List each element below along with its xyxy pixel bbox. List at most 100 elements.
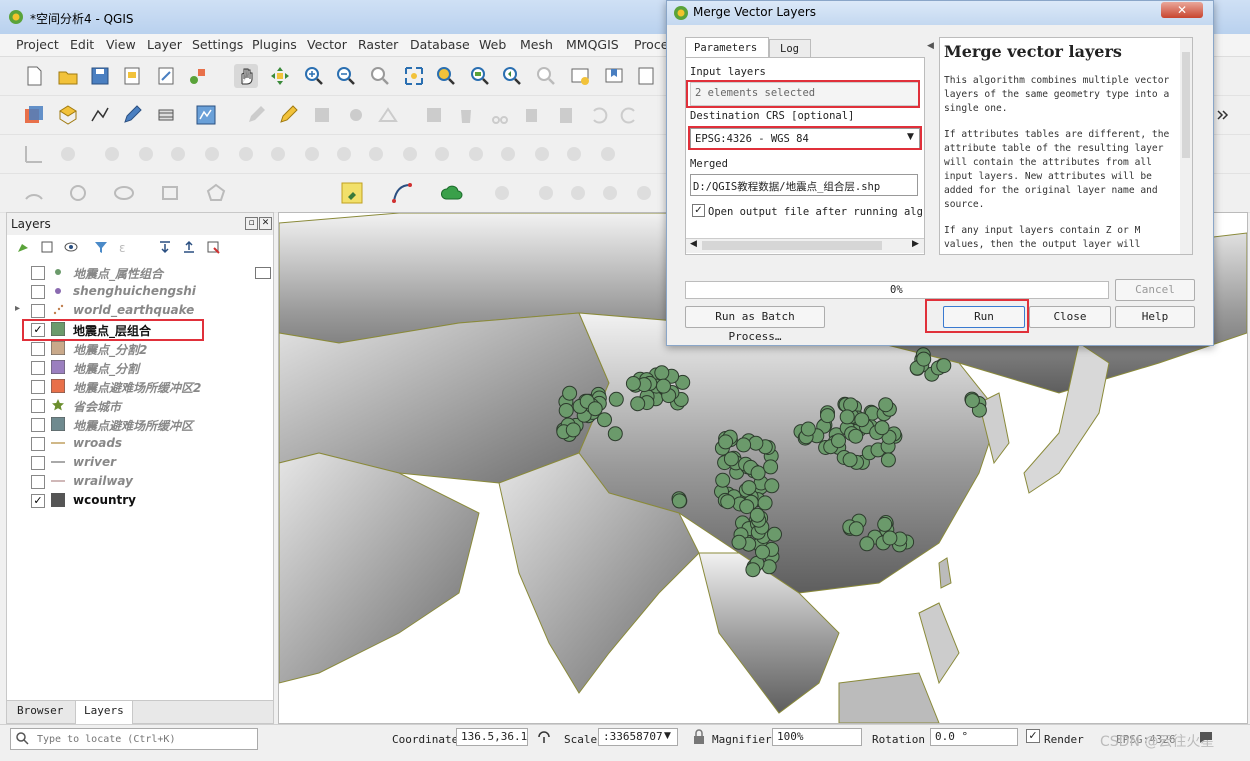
simplify-feature-icon[interactable] [100,142,124,166]
tab-layers[interactable]: Layers [75,701,133,725]
remove-layer-icon[interactable] [205,239,221,258]
new-geopackage-layer-icon[interactable] [56,103,80,127]
zoom-to-layer-icon[interactable] [468,64,492,88]
offset-point-symbols-icon[interactable] [530,142,554,166]
attribute-table-icon[interactable] [194,103,218,127]
collapse-help-icon[interactable]: ◀ [927,41,934,51]
split-features-icon[interactable] [364,142,388,166]
edit-pencil-yellow-icon[interactable] [276,103,300,127]
layer-visibility-checkbox[interactable] [31,437,45,451]
scroll-left-icon[interactable]: ◀ [690,239,697,249]
add-part-icon[interactable] [166,142,190,166]
save-edits-icon[interactable] [310,103,334,127]
delete-selected-icon[interactable] [454,103,478,127]
rotate-point-symbols-icon[interactable] [496,142,520,166]
copy-features-icon[interactable] [520,103,544,127]
collapse-all-icon[interactable] [181,239,197,258]
new-print-layout-icon[interactable] [120,64,144,88]
open-output-checkbox[interactable]: ✓ [692,204,705,217]
redo-icon[interactable] [618,103,642,127]
fill-ring-icon[interactable] [200,142,224,166]
zoom-next-icon[interactable] [534,64,558,88]
zoom-native-icon[interactable] [368,64,392,88]
coordinate-field[interactable]: 136.5,36.1 [456,728,528,746]
run-batch-button[interactable]: Run as Batch Process… [685,306,825,343]
filter-expression-icon[interactable]: ε [117,239,133,258]
layer-visibility-checkbox[interactable] [31,304,45,318]
menu-web[interactable]: Web [479,37,506,52]
scroll-thumb[interactable] [702,241,882,250]
menu-view[interactable]: View [106,37,136,52]
zoom-last-icon[interactable] [500,64,524,88]
delete-ring-icon[interactable] [234,142,258,166]
add-ellipse-icon[interactable] [112,181,136,205]
delete-part-icon[interactable] [266,142,290,166]
rotate-feature-icon[interactable] [56,142,80,166]
open-project-icon[interactable] [56,64,80,88]
curve-digitize-icon[interactable] [390,181,414,205]
layer-visibility-checkbox[interactable] [31,456,45,470]
data-source-manager-icon[interactable] [22,103,46,127]
render-checkbox[interactable]: ✓ [1026,729,1040,743]
close-button[interactable]: Close [1029,306,1111,328]
layer-row[interactable]: 地震点避难场所缓冲区 [7,415,273,434]
merged-output-field[interactable]: D:/QGIS教程数据/地震点_组合层.shp [690,174,918,196]
pan-map-icon[interactable] [234,64,258,88]
layer-row[interactable]: 地震点_属性组合 [7,263,273,282]
close-panel-icon[interactable]: ✕ [259,217,272,230]
split-parts-icon[interactable] [398,142,422,166]
locate-box[interactable] [10,728,258,750]
layer-row[interactable]: 地震点_分割 [7,358,273,377]
style-manager-icon[interactable] [186,64,210,88]
new-project-icon[interactable] [22,64,46,88]
parallel-tool-icon[interactable] [598,181,622,205]
layer-visibility-checkbox[interactable] [31,342,45,356]
layer-row[interactable]: wroads [7,434,273,453]
layer-visibility-checkbox[interactable]: ✓ [31,494,45,508]
add-regular-polygon-icon[interactable] [204,181,228,205]
new-bookmark-icon[interactable] [602,64,626,88]
help-button[interactable]: Help [1115,306,1195,328]
reshape-features-icon[interactable] [300,142,324,166]
merge-features-icon[interactable] [430,142,454,166]
paste-features-icon[interactable] [554,103,578,127]
menu-raster[interactable]: Raster [358,37,398,52]
filter-legend-icon[interactable] [93,239,109,258]
pencil-edit-icon[interactable] [120,103,144,127]
cloud-plugin-icon[interactable] [440,181,464,205]
advanced-digitizing-icon[interactable] [22,142,46,166]
scissors-tool-icon[interactable] [566,181,590,205]
merge-attributes-icon[interactable] [464,142,488,166]
style-layer-icon[interactable] [15,239,31,258]
layer-row[interactable]: 地震点避难场所缓冲区2 [7,377,273,396]
menu-edit[interactable]: Edit [70,37,94,52]
reverse-line-icon[interactable] [596,142,620,166]
add-rectangle-icon[interactable] [158,181,182,205]
save-project-icon[interactable] [88,64,112,88]
scale-dropdown-icon[interactable]: ▼ [664,731,671,741]
layer-visibility-checkbox[interactable] [31,285,45,299]
scroll-right-icon[interactable]: ▶ [912,239,919,249]
add-ring-icon[interactable] [134,142,158,166]
menu-mesh[interactable]: Mesh [520,37,553,52]
add-group-icon[interactable] [39,239,55,258]
layer-visibility-checkbox[interactable] [31,266,45,280]
tab-parameters[interactable]: Parameters [685,37,769,58]
lock-scale-icon[interactable] [692,729,706,748]
layer-visibility-checkbox[interactable] [31,399,45,413]
layer-row[interactable]: ✓ wcountry [7,491,273,510]
cut-features-icon[interactable] [488,103,512,127]
offset-curve-icon[interactable] [332,142,356,166]
menu-layer[interactable]: Layer [147,37,182,52]
plugin-power-icon[interactable] [340,181,364,205]
layer-row[interactable]: wrailway [7,472,273,491]
layer-row[interactable]: wriver [7,453,273,472]
menu-project[interactable]: Project [16,37,59,52]
dialog-close-icon[interactable]: ✕ [1161,2,1203,18]
menu-plugins[interactable]: Plugins [252,37,297,52]
vertex-tool-icon[interactable] [376,103,400,127]
zoom-to-selection-icon[interactable] [434,64,458,88]
add-feature-icon[interactable] [344,103,368,127]
topology-icon[interactable] [490,181,514,205]
shape-tool-icon[interactable] [632,181,656,205]
